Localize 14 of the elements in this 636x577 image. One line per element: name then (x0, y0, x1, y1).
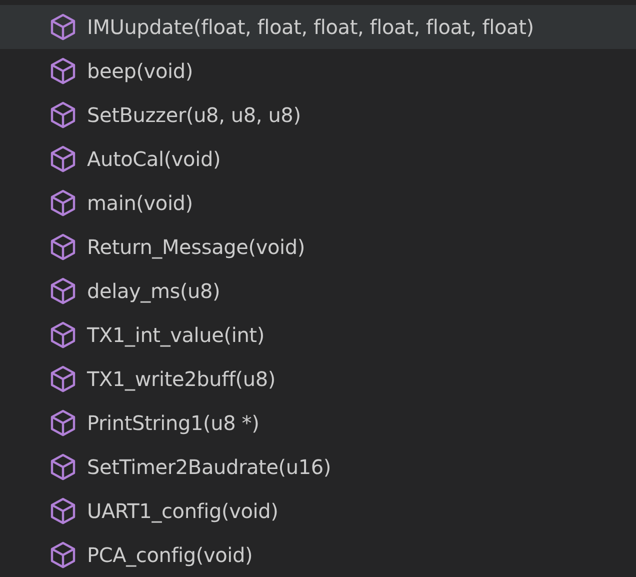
cube-icon (50, 145, 76, 173)
cube-icon (50, 497, 76, 525)
cube-icon (50, 409, 76, 437)
symbol-item[interactable]: IMUupdate(float, float, float, float, float, float) (0, 5, 636, 49)
cube-icon (50, 13, 76, 41)
cube-icon (50, 321, 76, 349)
cube-icon (50, 365, 76, 393)
cube-icon (50, 277, 76, 305)
cube-icon (50, 101, 76, 129)
cube-icon (50, 189, 76, 217)
cube-icon (50, 57, 76, 85)
cube-icon (50, 233, 76, 261)
cube-icon (50, 541, 76, 569)
cube-icon (50, 453, 76, 481)
